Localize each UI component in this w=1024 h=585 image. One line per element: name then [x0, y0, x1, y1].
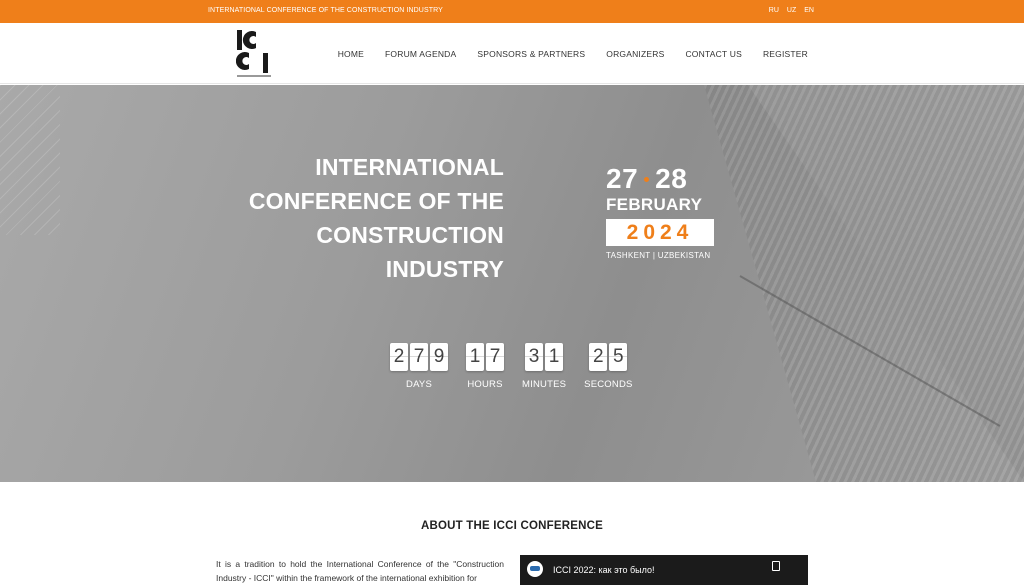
countdown-digit: 2 [390, 343, 408, 371]
countdown-seconds: 2 5 SECONDS [584, 343, 632, 390]
lang-uz[interactable]: UZ [787, 7, 796, 14]
lang-en[interactable]: EN [804, 7, 814, 14]
hero-title: INTERNATIONAL CONFERENCE OF THE CONSTRUC… [204, 150, 504, 286]
countdown-label: DAYS [406, 379, 432, 390]
countdown-days: 2 7 9 DAYS [390, 343, 448, 390]
hero-title-line: CONFERENCE OF THE [248, 188, 504, 214]
nav-register[interactable]: REGISTER [763, 49, 808, 59]
countdown-digit: 1 [466, 343, 484, 371]
nav-organizers[interactable]: ORGANIZERS [606, 49, 664, 59]
copy-link-icon[interactable] [772, 561, 780, 571]
hero-title-line: INTERNATIONAL [315, 154, 504, 180]
countdown-hours: 1 7 HOURS [466, 343, 504, 390]
event-date: 27 28 FEBRUARY 2024 TASHKENT | UZBEKISTA… [606, 163, 716, 260]
nav-forum-agenda[interactable]: FORUM AGENDA [385, 49, 456, 59]
countdown-digit: 5 [609, 343, 628, 371]
video-embed[interactable]: ICCI 2022: как это было! [520, 555, 808, 585]
main-nav: HOME FORUM AGENDA SPONSORS & PARTNERS OR… [338, 49, 808, 59]
language-switcher: RU UZ EN [769, 7, 814, 14]
countdown-digit: 2 [589, 343, 608, 371]
countdown-digit: 1 [545, 343, 564, 371]
countdown-label: SECONDS [584, 379, 633, 390]
lang-ru[interactable]: RU [769, 7, 779, 14]
event-year: 2024 [606, 219, 714, 246]
site-header: HOME FORUM AGENDA SPONSORS & PARTNERS OR… [0, 23, 1024, 84]
icci-logo[interactable] [236, 28, 272, 80]
hero-background-lines [0, 85, 60, 235]
channel-avatar-icon[interactable] [527, 561, 543, 577]
about-section-text: It is a tradition to hold the Internatio… [216, 559, 504, 583]
countdown-digit: 3 [525, 343, 544, 371]
countdown-minutes: 3 1 MINUTES [522, 343, 566, 390]
nav-contact-us[interactable]: CONTACT US [685, 49, 741, 59]
nav-home[interactable]: HOME [338, 49, 364, 59]
event-days: 27 28 [606, 163, 716, 195]
hero-banner [0, 85, 1024, 482]
event-day-start: 27 [606, 163, 639, 194]
event-location: TASHKENT | UZBEKISTAN [606, 251, 711, 260]
top-bar: INTERNATIONAL CONFERENCE OF THE CONSTRUC… [0, 0, 1024, 23]
countdown-digit: 7 [486, 343, 504, 371]
orange-dot-icon [644, 176, 650, 182]
hero-title-line: CONSTRUCTION [316, 222, 504, 248]
video-title[interactable]: ICCI 2022: как это было! [553, 565, 655, 575]
hero-title-line: INDUSTRY [385, 256, 504, 282]
countdown-digit: 7 [410, 343, 428, 371]
countdown-digit: 9 [430, 343, 448, 371]
about-section-title: ABOUT THE ICCI CONFERENCE [421, 520, 603, 532]
event-month: FEBRUARY [606, 195, 703, 214]
nav-sponsors-partners[interactable]: SPONSORS & PARTNERS [477, 49, 585, 59]
countdown-label: MINUTES [522, 379, 567, 390]
top-bar-title: INTERNATIONAL CONFERENCE OF THE CONSTRUC… [208, 7, 443, 14]
countdown-label: HOURS [467, 379, 503, 390]
event-day-end: 28 [655, 163, 688, 194]
countdown-timer: 2 7 9 DAYS 1 7 HOURS 3 1 MINUTES 2 5 SEC… [390, 343, 633, 390]
